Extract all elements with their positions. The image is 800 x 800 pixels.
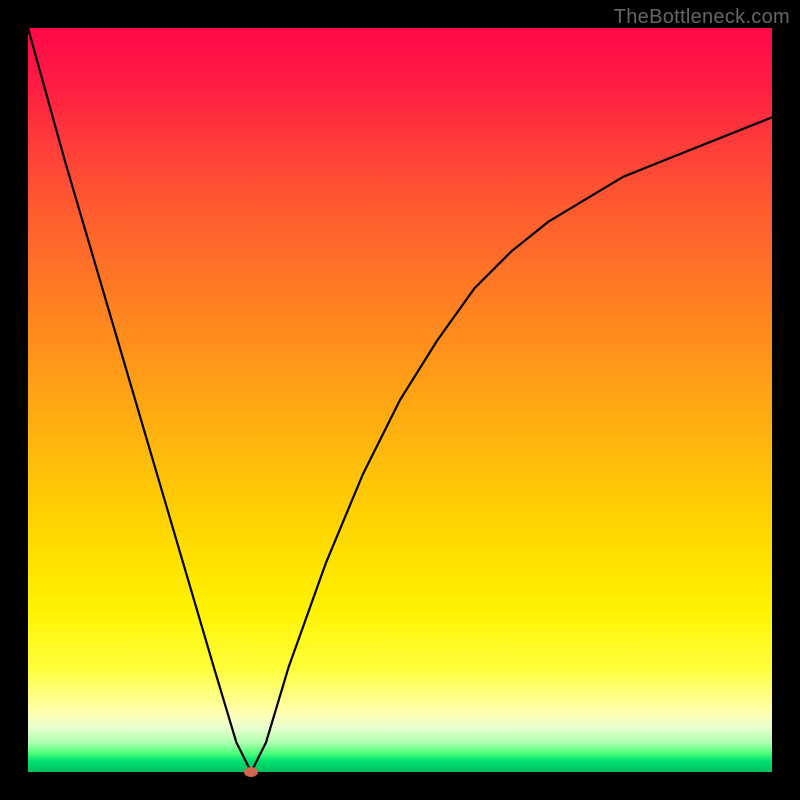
optimal-point-marker	[244, 767, 258, 777]
chart-frame: TheBottleneck.com	[0, 0, 800, 800]
bottleneck-curve	[28, 28, 772, 772]
plot-area	[28, 28, 772, 772]
curve-path	[28, 28, 772, 772]
watermark-text: TheBottleneck.com	[614, 6, 790, 29]
